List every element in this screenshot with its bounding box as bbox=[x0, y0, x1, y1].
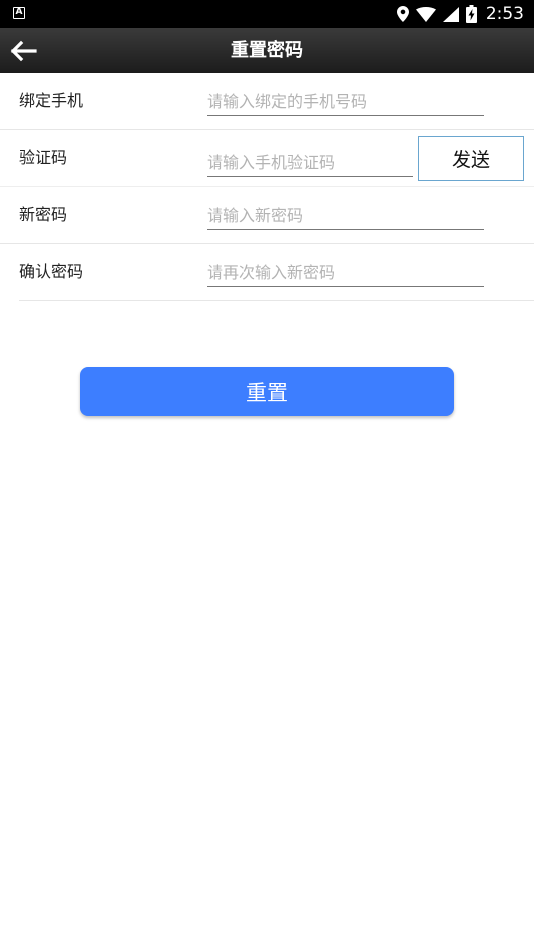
reset-password-form: 绑定手机 验证码 发送 新密码 确认密码 bbox=[0, 73, 534, 301]
new-password-label: 新密码 bbox=[19, 205, 68, 224]
code-label: 验证码 bbox=[19, 148, 68, 167]
send-code-button[interactable]: 发送 bbox=[418, 136, 524, 181]
phone-input[interactable] bbox=[207, 87, 484, 116]
status-bar: A 2:53 bbox=[0, 0, 534, 28]
phone-label: 绑定手机 bbox=[19, 91, 84, 110]
code-row: 验证码 发送 bbox=[0, 130, 534, 187]
app-bar: 重置密码 bbox=[0, 28, 534, 73]
new-password-input[interactable] bbox=[207, 201, 484, 230]
page-title: 重置密码 bbox=[231, 40, 303, 61]
confirm-password-row: 确认密码 bbox=[19, 244, 534, 301]
location-icon bbox=[396, 6, 409, 22]
clock-time: 2:53 bbox=[485, 4, 524, 24]
wifi-icon bbox=[415, 6, 436, 22]
cell-signal-icon bbox=[442, 6, 459, 22]
status-icons: 2:53 bbox=[396, 0, 524, 28]
phone-row: 绑定手机 bbox=[0, 73, 534, 130]
reset-button[interactable]: 重置 bbox=[80, 367, 454, 416]
confirm-password-input[interactable] bbox=[207, 258, 484, 287]
verification-code-input[interactable] bbox=[207, 148, 413, 177]
notification-a-icon: A bbox=[13, 7, 25, 19]
new-password-row: 新密码 bbox=[0, 187, 534, 244]
battery-charging-icon bbox=[465, 5, 477, 23]
confirm-password-label: 确认密码 bbox=[19, 262, 84, 281]
